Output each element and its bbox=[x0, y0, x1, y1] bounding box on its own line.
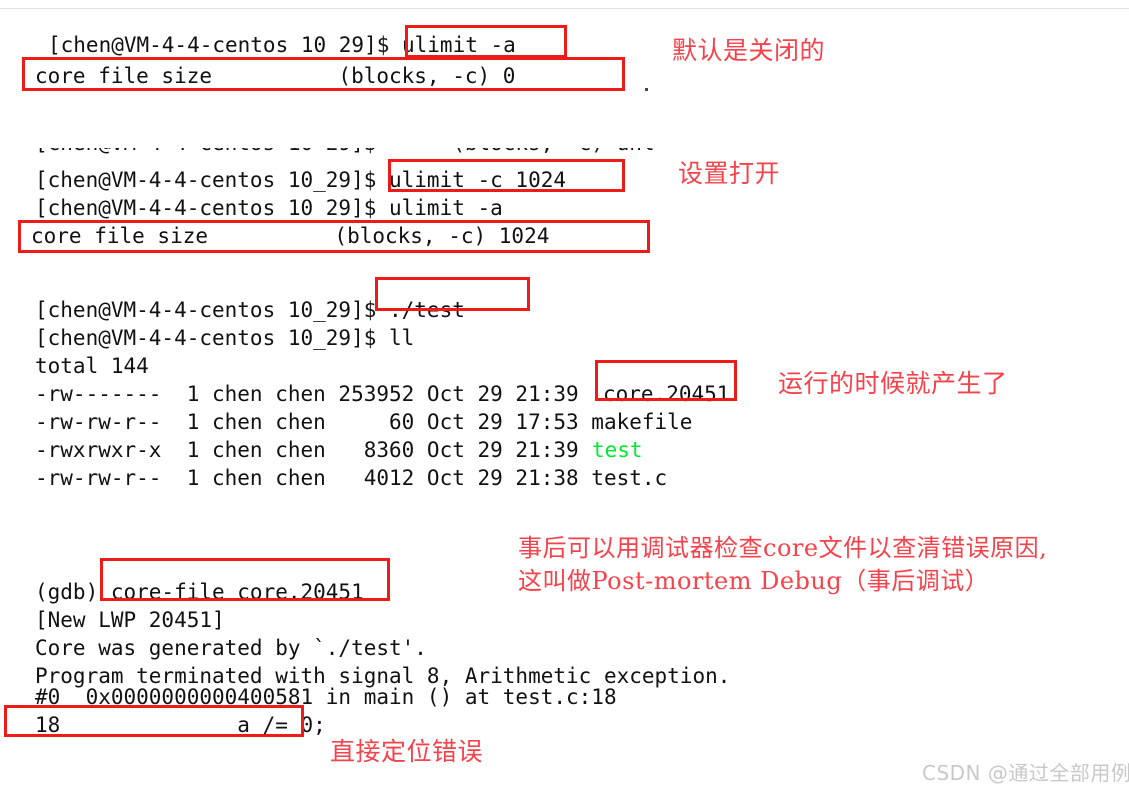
stray-dot-mark bbox=[645, 88, 648, 91]
file-name-core-20451: core.20451 bbox=[603, 382, 730, 406]
annotation-post-mortem-line1: 事后可以用调试器检查core文件以查清错误原因, bbox=[518, 534, 1048, 562]
annotation-set-open: 设置打开 bbox=[678, 159, 781, 188]
screenshot-canvas: [chen@VM-4-4-centos 10 29]$ ulimit -a co… bbox=[0, 0, 1129, 789]
terminal-line-ulimit-c-1024: [chen@VM-4-4-centos 10_29]$ ulimit -c 10… bbox=[35, 168, 567, 192]
terminal-line-total: total 144 bbox=[35, 354, 149, 378]
terminal-line-new-lwp: [New LWP 20451] bbox=[35, 608, 225, 632]
annotation-generated-on-run: 运行的时候就产生了 bbox=[778, 369, 1008, 398]
annotation-locate-error: 直接定位错误 bbox=[330, 737, 484, 766]
terminal-line-source-18: 18 a /= 0; bbox=[35, 713, 326, 737]
table-row-test-c: -rw-rw-r-- 1 chen chen 4012 Oct 29 21:38… bbox=[35, 466, 668, 490]
terminal-line-core-file-size-zero: core file size (blocks, -c) 0 bbox=[35, 64, 516, 88]
table-row-core-file: -rw------- 1 chen chen 253952 Oct 29 21:… bbox=[35, 382, 592, 406]
table-row-test: -rwxrwxr-x 1 chen chen 8360 Oct 29 21:39 bbox=[35, 438, 592, 462]
annotation-post-mortem-line2: 这叫做Post-mortem Debug（事后调试） bbox=[518, 567, 990, 595]
gdb-command-core-file: core-file core.20451 bbox=[110, 580, 364, 604]
terminal-line-ulimit-a-prompt: [chen@VM-4-4-centos 10 29]$ ulimit -a bbox=[48, 33, 516, 57]
annotation-default-closed: 默认是关闭的 bbox=[672, 36, 826, 65]
terminal-line-core-generated: Core was generated by `./test'. bbox=[35, 636, 427, 660]
csdn-watermark: CSDN @通过全部用例 bbox=[922, 761, 1129, 785]
terminal-line-gdb-core-file: (gdb) core-file core.20451 bbox=[35, 578, 364, 606]
terminal-line-run-test: [chen@VM-4-4-centos 10_29]$ ./test bbox=[35, 298, 465, 322]
terminal-line-core-file-size-1024: core file size (blocks, -c) 1024 bbox=[31, 224, 550, 248]
table-row-makefile: -rw-rw-r-- 1 chen chen 60 Oct 29 17:53 m… bbox=[35, 410, 693, 434]
terminal-line-clipped-previous: [chen@VM-4-4-centos 10 29]$ (blocks, -c)… bbox=[35, 148, 655, 157]
terminal-line-ulimit-a-second: [chen@VM-4-4-centos 10 29]$ ulimit -a bbox=[35, 196, 503, 220]
top-divider-line bbox=[0, 8, 1129, 9]
file-name-test-executable: test bbox=[592, 438, 643, 462]
gdb-prompt: (gdb) bbox=[35, 580, 111, 604]
terminal-clipped-text: [chen@VM-4-4-centos 10 29]$ (blocks, -c)… bbox=[35, 148, 655, 157]
terminal-line-frame-0: #0 0x0000000000400581 in main () at test… bbox=[35, 685, 617, 709]
terminal-line-ll: [chen@VM-4-4-centos 10_29]$ ll bbox=[35, 326, 415, 350]
